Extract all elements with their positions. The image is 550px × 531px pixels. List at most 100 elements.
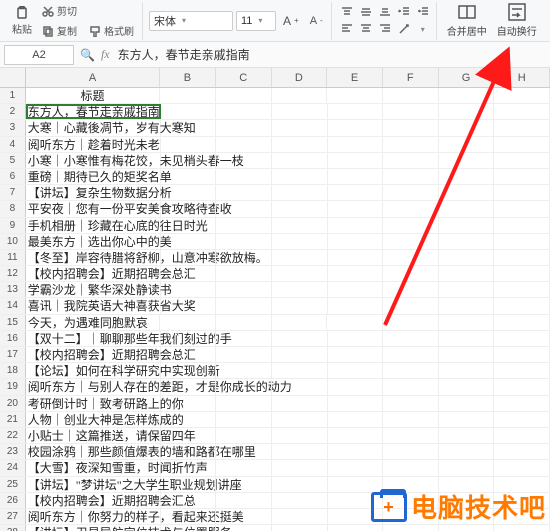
cell[interactable]	[383, 185, 439, 200]
row-header[interactable]: 19	[0, 379, 26, 394]
cell[interactable]	[272, 185, 328, 200]
cell[interactable]	[439, 266, 495, 281]
row-header[interactable]: 13	[0, 282, 26, 297]
cell[interactable]	[272, 525, 328, 531]
cell[interactable]	[494, 298, 550, 313]
row-header[interactable]: 8	[0, 201, 26, 216]
cell[interactable]	[328, 201, 384, 216]
cell[interactable]	[216, 218, 272, 233]
merge-center-button[interactable]: 合并居中	[443, 1, 491, 40]
cell[interactable]	[216, 477, 272, 492]
cell[interactable]: 阅听东方｜趁着时光未老	[26, 137, 161, 152]
cell[interactable]	[216, 137, 272, 152]
cell[interactable]	[272, 234, 328, 249]
row-header[interactable]: 23	[0, 444, 26, 459]
cell[interactable]	[161, 137, 217, 152]
cell[interactable]	[161, 218, 217, 233]
cell[interactable]	[161, 266, 217, 281]
cell[interactable]	[161, 444, 217, 459]
cell[interactable]: 【双十二】｜聊聊那些年我们刻过的手	[26, 331, 161, 346]
cell[interactable]: 喜讯｜我院英语大神喜获省大奖	[26, 298, 161, 313]
cell[interactable]: 标题	[26, 88, 160, 103]
cell[interactable]	[272, 331, 328, 346]
cell[interactable]	[216, 412, 272, 427]
cell[interactable]: 平安夜｜您有一份平安美食攻略待查收	[26, 201, 161, 216]
cell[interactable]	[383, 298, 439, 313]
cell[interactable]	[161, 185, 217, 200]
cell[interactable]	[494, 379, 550, 394]
cell[interactable]	[272, 218, 328, 233]
cell[interactable]	[328, 460, 384, 475]
cell[interactable]	[161, 282, 217, 297]
row-header[interactable]: 10	[0, 234, 26, 249]
cell[interactable]	[272, 282, 328, 297]
cell[interactable]: 重磅｜期待已久的矩奖名单	[26, 169, 161, 184]
fx-icon[interactable]: fx	[101, 47, 110, 62]
cell[interactable]: 【讲坛】复杂生物数据分析	[26, 185, 161, 200]
cell[interactable]	[272, 169, 328, 184]
cell[interactable]	[216, 88, 272, 103]
cell[interactable]	[439, 153, 495, 168]
row-header[interactable]: 11	[0, 250, 26, 265]
cell[interactable]: 阅听东方｜你努力的样子，看起来还挺美	[26, 509, 161, 524]
cell[interactable]	[383, 396, 439, 411]
align-top-button[interactable]	[338, 4, 356, 20]
row-header[interactable]: 1	[0, 88, 26, 103]
cell[interactable]	[216, 104, 272, 119]
align-right-button[interactable]	[376, 21, 394, 37]
row-header[interactable]: 16	[0, 331, 26, 346]
cell[interactable]	[161, 120, 217, 135]
cell[interactable]	[494, 460, 550, 475]
cell[interactable]	[272, 428, 328, 443]
cell[interactable]	[494, 218, 550, 233]
cell[interactable]	[494, 363, 550, 378]
column-header[interactable]: D	[272, 68, 328, 87]
row-header[interactable]: 25	[0, 477, 26, 492]
cell[interactable]	[328, 379, 384, 394]
cell[interactable]	[328, 266, 384, 281]
cell[interactable]	[216, 153, 272, 168]
align-left-button[interactable]	[338, 21, 356, 37]
cell[interactable]	[439, 137, 495, 152]
cell[interactable]	[216, 363, 272, 378]
column-header[interactable]: F	[383, 68, 439, 87]
select-all-corner[interactable]	[0, 68, 26, 87]
cell[interactable]	[160, 315, 216, 330]
cell[interactable]	[439, 250, 495, 265]
paste-button[interactable]: 粘贴	[8, 4, 36, 38]
cell[interactable]	[272, 137, 328, 152]
cell[interactable]	[494, 234, 550, 249]
search-icon[interactable]: 🔍	[80, 48, 95, 62]
cell[interactable]	[272, 104, 328, 119]
cell[interactable]: 东方人，春节走亲戚指南	[26, 104, 161, 119]
cell[interactable]	[439, 201, 495, 216]
cell[interactable]	[494, 201, 550, 216]
cell[interactable]	[272, 379, 328, 394]
row-header[interactable]: 18	[0, 363, 26, 378]
cell[interactable]	[383, 460, 439, 475]
orientation-dropdown[interactable]: ▾	[414, 21, 432, 37]
cell[interactable]	[216, 201, 272, 216]
cell[interactable]	[439, 379, 495, 394]
cell[interactable]	[383, 347, 439, 362]
cell[interactable]: 【大雪】夜深知雪重，时闻折竹声	[26, 460, 161, 475]
cell[interactable]	[494, 185, 550, 200]
cell[interactable]	[494, 396, 550, 411]
row-header[interactable]: 27	[0, 509, 26, 524]
cell[interactable]	[272, 88, 328, 103]
cell[interactable]	[439, 525, 495, 531]
row-header[interactable]: 20	[0, 396, 26, 411]
cell[interactable]	[328, 137, 384, 152]
cell[interactable]	[383, 88, 439, 103]
cell[interactable]	[383, 266, 439, 281]
cell[interactable]	[494, 104, 550, 119]
cell[interactable]	[272, 298, 328, 313]
row-header[interactable]: 9	[0, 218, 26, 233]
cell[interactable]	[161, 298, 217, 313]
cell[interactable]	[328, 331, 384, 346]
cell[interactable]	[272, 444, 328, 459]
cell[interactable]	[328, 525, 384, 531]
cell[interactable]	[494, 250, 550, 265]
cell[interactable]	[272, 315, 328, 330]
cell[interactable]	[272, 509, 328, 524]
